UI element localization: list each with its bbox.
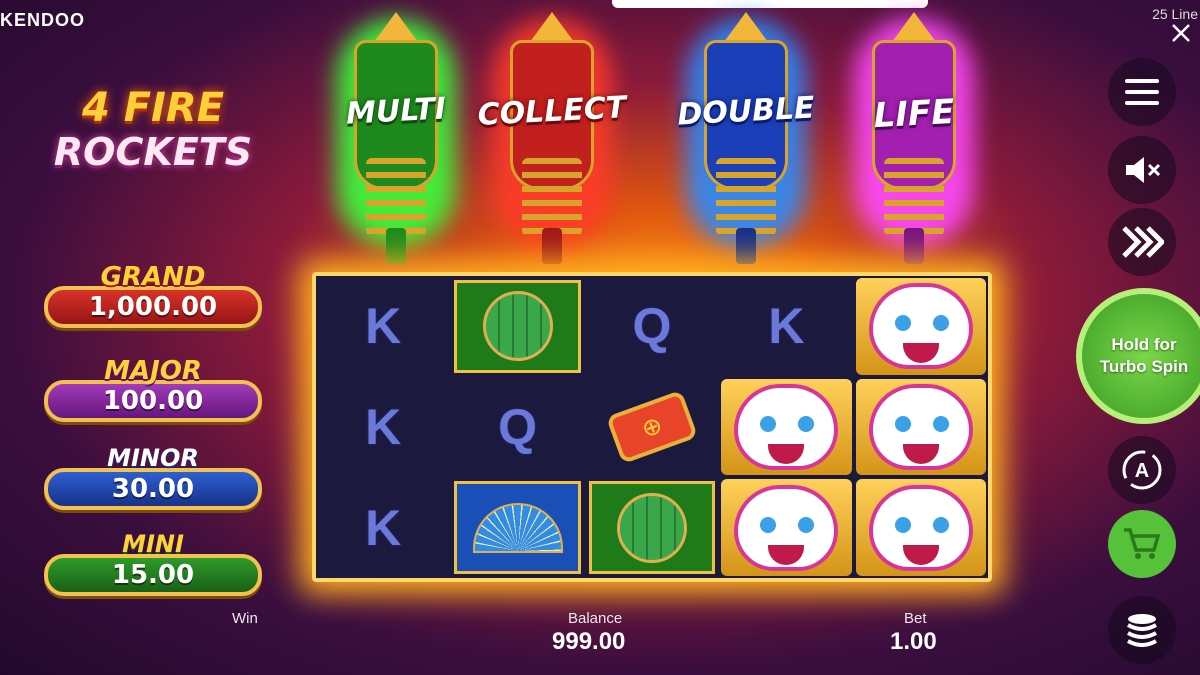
win-label: Win xyxy=(232,610,258,627)
reel-cell xyxy=(855,278,986,375)
autoplay-letter: A xyxy=(1135,460,1149,482)
jackpot-value: 1,000.00 xyxy=(44,286,262,328)
lantern-symbol-icon xyxy=(616,492,687,563)
fan-symbol-icon xyxy=(472,502,563,553)
logo-line-1: 4 FIRE xyxy=(81,85,225,131)
rocket-double: DOUBLE xyxy=(676,8,816,266)
quick-spin-button[interactable] xyxy=(1108,208,1176,276)
logo-line-2: ROCKETS xyxy=(53,130,253,174)
symbol-letter: Q xyxy=(498,398,538,455)
bet-settings-button[interactable] xyxy=(1108,596,1176,664)
hamburger-icon xyxy=(1125,79,1159,105)
symbol-letter: K xyxy=(768,298,805,355)
spin-button[interactable]: Hold for Turbo Spin xyxy=(1076,288,1200,424)
reel-cell xyxy=(721,479,852,576)
sound-toggle-button[interactable] xyxy=(1108,136,1176,204)
buy-feature-button[interactable] xyxy=(1108,510,1176,578)
rocket-multi: MULTI xyxy=(326,8,466,266)
reel-grid: K Q K K Q ⊕ K xyxy=(312,272,992,582)
jackpot-value: 15.00 xyxy=(44,554,262,596)
brand-logo: KENDOO xyxy=(0,10,86,30)
lion-dance-symbol-icon xyxy=(734,484,839,571)
balance-label: Balance xyxy=(568,610,623,627)
reel-cell: K xyxy=(316,377,450,478)
close-icon[interactable] xyxy=(1170,22,1192,44)
jackpot-name: GRAND xyxy=(100,262,206,292)
rocket-label: LIFE xyxy=(872,91,956,137)
coins-icon xyxy=(1127,614,1157,647)
lion-dance-symbol-icon xyxy=(868,484,973,571)
reel-cell: Q xyxy=(585,276,719,377)
menu-button[interactable] xyxy=(1108,58,1176,126)
scroll-symbol-icon: ⊕ xyxy=(605,389,699,465)
reel-cell xyxy=(454,280,581,373)
spin-label-line-2: Turbo Spin xyxy=(1099,357,1189,376)
symbol-letter: K xyxy=(365,398,402,455)
rocket-collect: COLLECT xyxy=(477,8,627,266)
jackpot-name: MINOR xyxy=(107,444,199,472)
reel-cell: K xyxy=(316,276,450,377)
jackpot-value: 100.00 xyxy=(44,380,262,422)
reel-cell xyxy=(721,378,852,476)
reel-cell: ⊕ xyxy=(585,377,719,478)
fast-forward-icon xyxy=(1122,226,1164,258)
symbol-letter: K xyxy=(365,499,402,556)
jackpot-name: MAJOR xyxy=(104,356,202,386)
lion-dance-symbol-icon xyxy=(868,283,973,370)
lion-dance-symbol-icon xyxy=(734,383,839,470)
reel-cell: K xyxy=(316,477,450,578)
reel-cell xyxy=(588,481,716,574)
lion-dance-symbol-icon xyxy=(868,383,973,470)
rocket-life: LIFE xyxy=(844,8,984,266)
jackpot-name: MINI xyxy=(122,530,184,558)
game-logo: 4 FIRE ROCKETS xyxy=(48,86,258,196)
lines-indicator: 25 Line xyxy=(1152,6,1198,22)
reel-cell: K xyxy=(719,276,853,377)
symbol-letter: K xyxy=(365,298,402,355)
top-bar xyxy=(612,0,928,8)
reel-cell xyxy=(454,481,581,574)
reel-cell xyxy=(855,479,986,576)
bet-value: 1.00 xyxy=(890,628,937,655)
speaker-muted-icon xyxy=(1126,157,1161,183)
jackpot-value: 30.00 xyxy=(44,468,262,510)
bet-label: Bet xyxy=(904,610,927,627)
reel-cell xyxy=(855,378,986,476)
symbol-letter: Q xyxy=(632,298,672,355)
reel-cell: Q xyxy=(450,377,584,478)
spin-label-line-1: Hold for xyxy=(1111,335,1177,354)
autoplay-button[interactable]: A xyxy=(1108,436,1176,504)
autoplay-icon: A xyxy=(1122,450,1162,490)
lantern-symbol-icon xyxy=(482,291,553,362)
cart-icon xyxy=(1124,528,1161,559)
balance-value: 999.00 xyxy=(552,628,626,655)
